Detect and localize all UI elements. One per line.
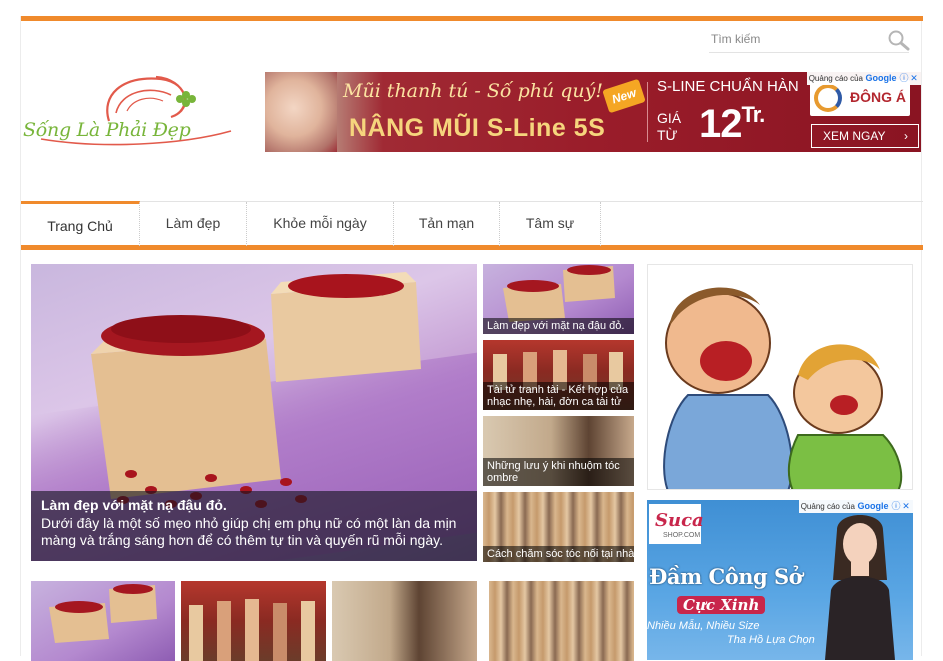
ad-price-unit: Tr.	[741, 102, 766, 127]
ad-new-badge: New	[602, 78, 646, 114]
featured-post[interactable]: Làm đẹp với mặt nạ đậu đỏ. Dưới đây là m…	[31, 264, 477, 561]
side-post-1-title: Làm đẹp với mặt nạ đậu đỏ.	[483, 318, 634, 334]
side-post-1[interactable]: Làm đẹp với mặt nạ đậu đỏ.	[483, 264, 634, 334]
adchoice2-label: Quảng cáo của	[800, 502, 855, 511]
ad-slogan: Mũi thanh tú - Số phú quý!	[343, 80, 604, 102]
search-input[interactable]	[711, 30, 881, 48]
post-card-4-image[interactable]	[489, 581, 634, 661]
ad-cta-label: XEM NGAY	[823, 129, 886, 143]
adchoice-brand: Google	[865, 73, 897, 83]
ad2-subtitle: Cực Xinh	[677, 596, 766, 614]
top-accent-bar	[21, 16, 923, 21]
side-post-2[interactable]: Tài tử tranh tài - Kết hợp của nhạc nhẹ,…	[483, 340, 634, 410]
ad2-brand-name: Suca	[655, 510, 704, 531]
brand-circle-icon	[814, 84, 842, 112]
info-icon[interactable]: ⓘ	[899, 72, 909, 85]
ad-choices[interactable]: Quảng cáo của Google ⓘ ✕	[806, 72, 921, 85]
close-icon[interactable]: ✕	[901, 500, 911, 513]
search-box	[709, 26, 911, 53]
side-post-3[interactable]: Những lưu ý khi nhuộm tóc ombre	[483, 416, 634, 486]
side-post-2-title: Tài tử tranh tài - Kết hợp của nhạc nhẹ,…	[483, 382, 634, 410]
featured-description: Dưới đây là một số mẹo nhỏ giúp chị em p…	[41, 515, 457, 548]
ad-product-name: NÂNG MŨI S-Line 5S	[349, 114, 606, 142]
nav-item-tan-man[interactable]: Tản mạn	[394, 202, 500, 246]
post-card-2-image[interactable]	[181, 581, 326, 661]
ad2-brand-logo: Suca SHOP.COM	[649, 504, 704, 544]
side-post-4[interactable]: Cách chăm sóc tóc nối tại nhà	[483, 492, 634, 562]
close-icon[interactable]: ✕	[909, 72, 919, 85]
ad-cta-button[interactable]: XEM NGAY ›	[811, 124, 919, 148]
sidebar-banner-ad[interactable]: Suca SHOP.COM Đầm Công Sở Cực Xinh Nhiều…	[647, 500, 913, 660]
top-banner-ad[interactable]: Mũi thanh tú - Số phú quý! NÂNG MŨI S-Li…	[265, 72, 921, 152]
site-logo[interactable]: Sống Là Phải Đẹp	[21, 71, 241, 151]
ad2-line-2: Tha Hồ Lựa Chọn	[727, 634, 815, 646]
logo-text: Sống Là Phải Đẹp	[23, 119, 191, 141]
sidebar-image[interactable]	[647, 264, 913, 490]
ad2-brand-sub: SHOP.COM	[663, 532, 701, 539]
ad-price-value: 12	[699, 102, 742, 146]
adchoice2-brand: Google	[857, 501, 889, 511]
ad2-title: Đầm Công Sở	[649, 564, 803, 589]
ad2-choices[interactable]: Quảng cáo của Google ⓘ ✕	[798, 500, 913, 513]
ad-model-image	[265, 72, 337, 152]
ad2-model-image	[825, 515, 895, 660]
ad-brand-logo: ĐÔNG Á	[810, 80, 910, 116]
ad-price-prefix-1: GIÁ	[657, 110, 682, 126]
ad-brand-name: ĐÔNG Á	[850, 89, 906, 105]
main-nav: Trang Chủ Làm đẹp Khỏe mỗi ngày Tản mạn …	[21, 201, 923, 250]
nav-item-khoe-moi-ngay[interactable]: Khỏe mỗi ngày	[247, 202, 394, 246]
side-post-4-title: Cách chăm sóc tóc nối tại nhà	[483, 546, 634, 562]
ad-price: 12Tr.	[699, 102, 766, 147]
post-card-2-illustration	[189, 599, 315, 661]
ad-headline: S-LINE CHUẨN HÀN	[657, 78, 799, 95]
page: Sống Là Phải Đẹp Mũi thanh tú - Số phú q…	[20, 16, 923, 661]
info-icon[interactable]: ⓘ	[891, 500, 901, 513]
adchoice-label: Quảng cáo của	[808, 74, 863, 83]
chevron-right-icon: ›	[904, 129, 908, 143]
side-post-3-title: Những lưu ý khi nhuộm tóc ombre	[483, 458, 634, 486]
search-icon[interactable]	[887, 29, 911, 51]
post-card-1-image[interactable]	[31, 581, 175, 661]
post-card-1-illustration	[49, 584, 157, 643]
ad-divider	[647, 82, 648, 142]
post-card-3-image[interactable]	[332, 581, 477, 661]
featured-caption: Làm đẹp với mặt nạ đậu đỏ. Dưới đây là m…	[31, 491, 477, 561]
featured-title[interactable]: Làm đẹp với mặt nạ đậu đỏ.	[41, 497, 467, 513]
nav-item-trang-chu[interactable]: Trang Chủ	[21, 201, 140, 246]
ad-price-prefix: GIÁ TỪ	[657, 110, 681, 144]
nav-item-lam-dep[interactable]: Làm đẹp	[140, 202, 247, 246]
ad2-line-1: Nhiều Mẫu, Nhiều Size	[647, 620, 760, 632]
ad-price-prefix-2: TỪ	[657, 127, 678, 143]
laughing-kids-image	[663, 287, 903, 489]
nav-item-tam-su[interactable]: Tâm sự	[500, 202, 601, 246]
